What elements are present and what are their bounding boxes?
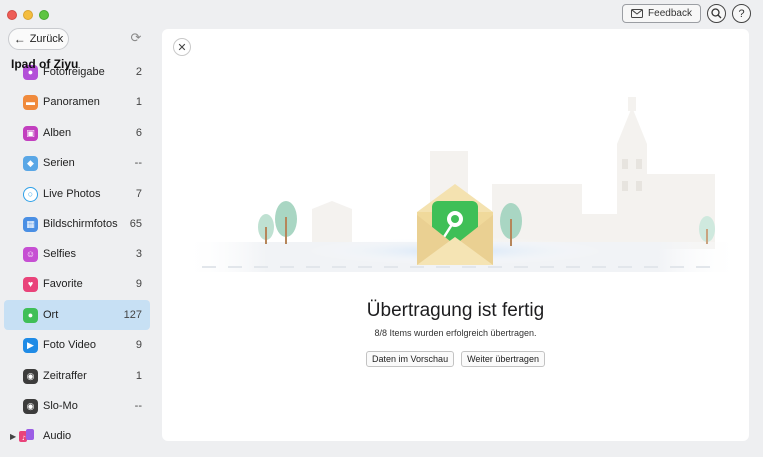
- back-button-label: Zurück: [29, 33, 64, 45]
- feedback-button[interactable]: Feedback: [622, 4, 701, 23]
- back-button[interactable]: ← Zurück: [8, 28, 69, 50]
- transfer-complete-subtitle: 8/8 Items wurden erfolgreich übertragen.: [374, 328, 537, 338]
- timelapse-camera-icon: ◉: [23, 368, 38, 384]
- sidebar-item-count: 6: [135, 127, 142, 139]
- refresh-icon[interactable]: ⟳: [128, 30, 144, 46]
- continue-transfer-button[interactable]: Weiter übertragen: [461, 351, 545, 367]
- arrow-left-icon: ←: [13, 32, 26, 46]
- sidebar-item-zeitraffer[interactable]: ◉ Zeitraffer 1: [4, 361, 150, 391]
- sidebar-item-count: 7: [135, 188, 142, 200]
- maximize-window-icon[interactable]: [39, 10, 49, 20]
- sidebar-item-favorite[interactable]: ♥ Favorite 9: [4, 269, 150, 299]
- search-button[interactable]: [707, 4, 726, 23]
- sidebar-item-count: 1: [135, 96, 142, 108]
- sidebar-item-slo-mo[interactable]: ◉ Slo-Mo --: [4, 391, 150, 421]
- video-camera-icon: ▶: [23, 337, 38, 353]
- transfer-complete-illustration: [182, 97, 742, 272]
- sidebar-item-label: Bildschirmfotos: [43, 218, 118, 230]
- sidebar-item-count: 127: [123, 309, 142, 321]
- burst-icon: ◆: [23, 155, 38, 171]
- close-window-icon[interactable]: [7, 10, 17, 20]
- screenshot-icon: ▦: [23, 216, 38, 232]
- question-mark-icon: ?: [738, 7, 745, 20]
- heart-icon: ♥: [23, 276, 38, 292]
- live-photo-icon: ○: [23, 186, 38, 202]
- svg-text:♪: ♪: [22, 435, 26, 442]
- sidebar-item-selfies[interactable]: ☺ Selfies 3: [4, 239, 150, 269]
- top-right-controls: Feedback ?: [622, 4, 751, 23]
- sidebar-item-count: --: [134, 400, 142, 412]
- preview-data-button[interactable]: Daten im Vorschau: [366, 351, 455, 367]
- sidebar-item-foto-video[interactable]: ▶ Foto Video 9: [4, 330, 150, 360]
- action-buttons: Daten im Vorschau Weiter übertragen: [162, 351, 749, 367]
- album-icon: ▣: [23, 125, 38, 141]
- sidebar-item-count: 65: [129, 218, 142, 230]
- sidebar-item-count: 2: [135, 66, 142, 78]
- sidebar-item-label: Panoramen: [43, 96, 100, 108]
- search-icon: [711, 8, 722, 19]
- envelope-icon: [631, 9, 644, 18]
- sidebar-item-label: Foto Video: [43, 339, 97, 351]
- sidebar-item-label: Alben: [43, 127, 72, 139]
- minimize-window-icon[interactable]: [23, 10, 33, 20]
- sidebar-item-label: Slo-Mo: [43, 400, 78, 412]
- device-name: Ipad of Ziyu: [11, 57, 79, 71]
- disclosure-triangle-icon[interactable]: ▶: [10, 432, 16, 441]
- sidebar-item-serien[interactable]: ◆ Serien --: [4, 148, 150, 178]
- sidebar-item-bildschirmfotos[interactable]: ▦ Bildschirmfotos 65: [4, 209, 150, 239]
- help-button[interactable]: ?: [732, 4, 751, 23]
- sidebar-item-label: Ort: [43, 309, 59, 321]
- audio-icon: ♪: [19, 429, 35, 443]
- sidebar-item-label: Selfies: [43, 248, 77, 260]
- window-controls: [7, 10, 49, 20]
- sidebar-item-label: Serien: [43, 157, 75, 169]
- panorama-icon: ▬: [23, 94, 38, 110]
- sidebar-item-label: Favorite: [43, 278, 83, 290]
- main-panel: ✕ Übertragung ist fertig 8/8 Items wurde…: [162, 29, 749, 441]
- sidebar-item-label: Zeitraffer: [43, 370, 87, 382]
- sidebar-item-count: 9: [135, 278, 142, 290]
- sidebar-item-panoramen[interactable]: ▬ Panoramen 1: [4, 87, 150, 117]
- sidebar-item-label: Audio: [43, 430, 72, 442]
- transfer-complete-title: Übertragung ist fertig: [366, 300, 545, 321]
- location-pin-icon: ●: [23, 307, 38, 323]
- feedback-label: Feedback: [648, 8, 692, 19]
- sidebar-item-ort[interactable]: ● Ort 127: [4, 300, 150, 330]
- slowmo-camera-icon: ◉: [23, 398, 38, 414]
- sidebar-item-live-photos[interactable]: ○ Live Photos 7: [4, 179, 150, 209]
- sidebar-item-count: 3: [135, 248, 142, 260]
- sidebar-item-count: 9: [135, 339, 142, 351]
- close-icon[interactable]: ✕: [173, 38, 191, 56]
- sidebar-item-count: 1: [135, 370, 142, 382]
- sidebar-item-audio[interactable]: ▶ ♪ Audio: [4, 426, 150, 446]
- sidebar-item-count: --: [134, 157, 142, 169]
- selfie-icon: ☺: [23, 246, 38, 262]
- sidebar-item-alben[interactable]: ▣ Alben 6: [4, 118, 150, 148]
- sidebar-list: ● Fotofreigabe 2 ▬ Panoramen 1 ▣ Alben 6…: [4, 62, 150, 457]
- sidebar-item-label: Live Photos: [43, 188, 101, 200]
